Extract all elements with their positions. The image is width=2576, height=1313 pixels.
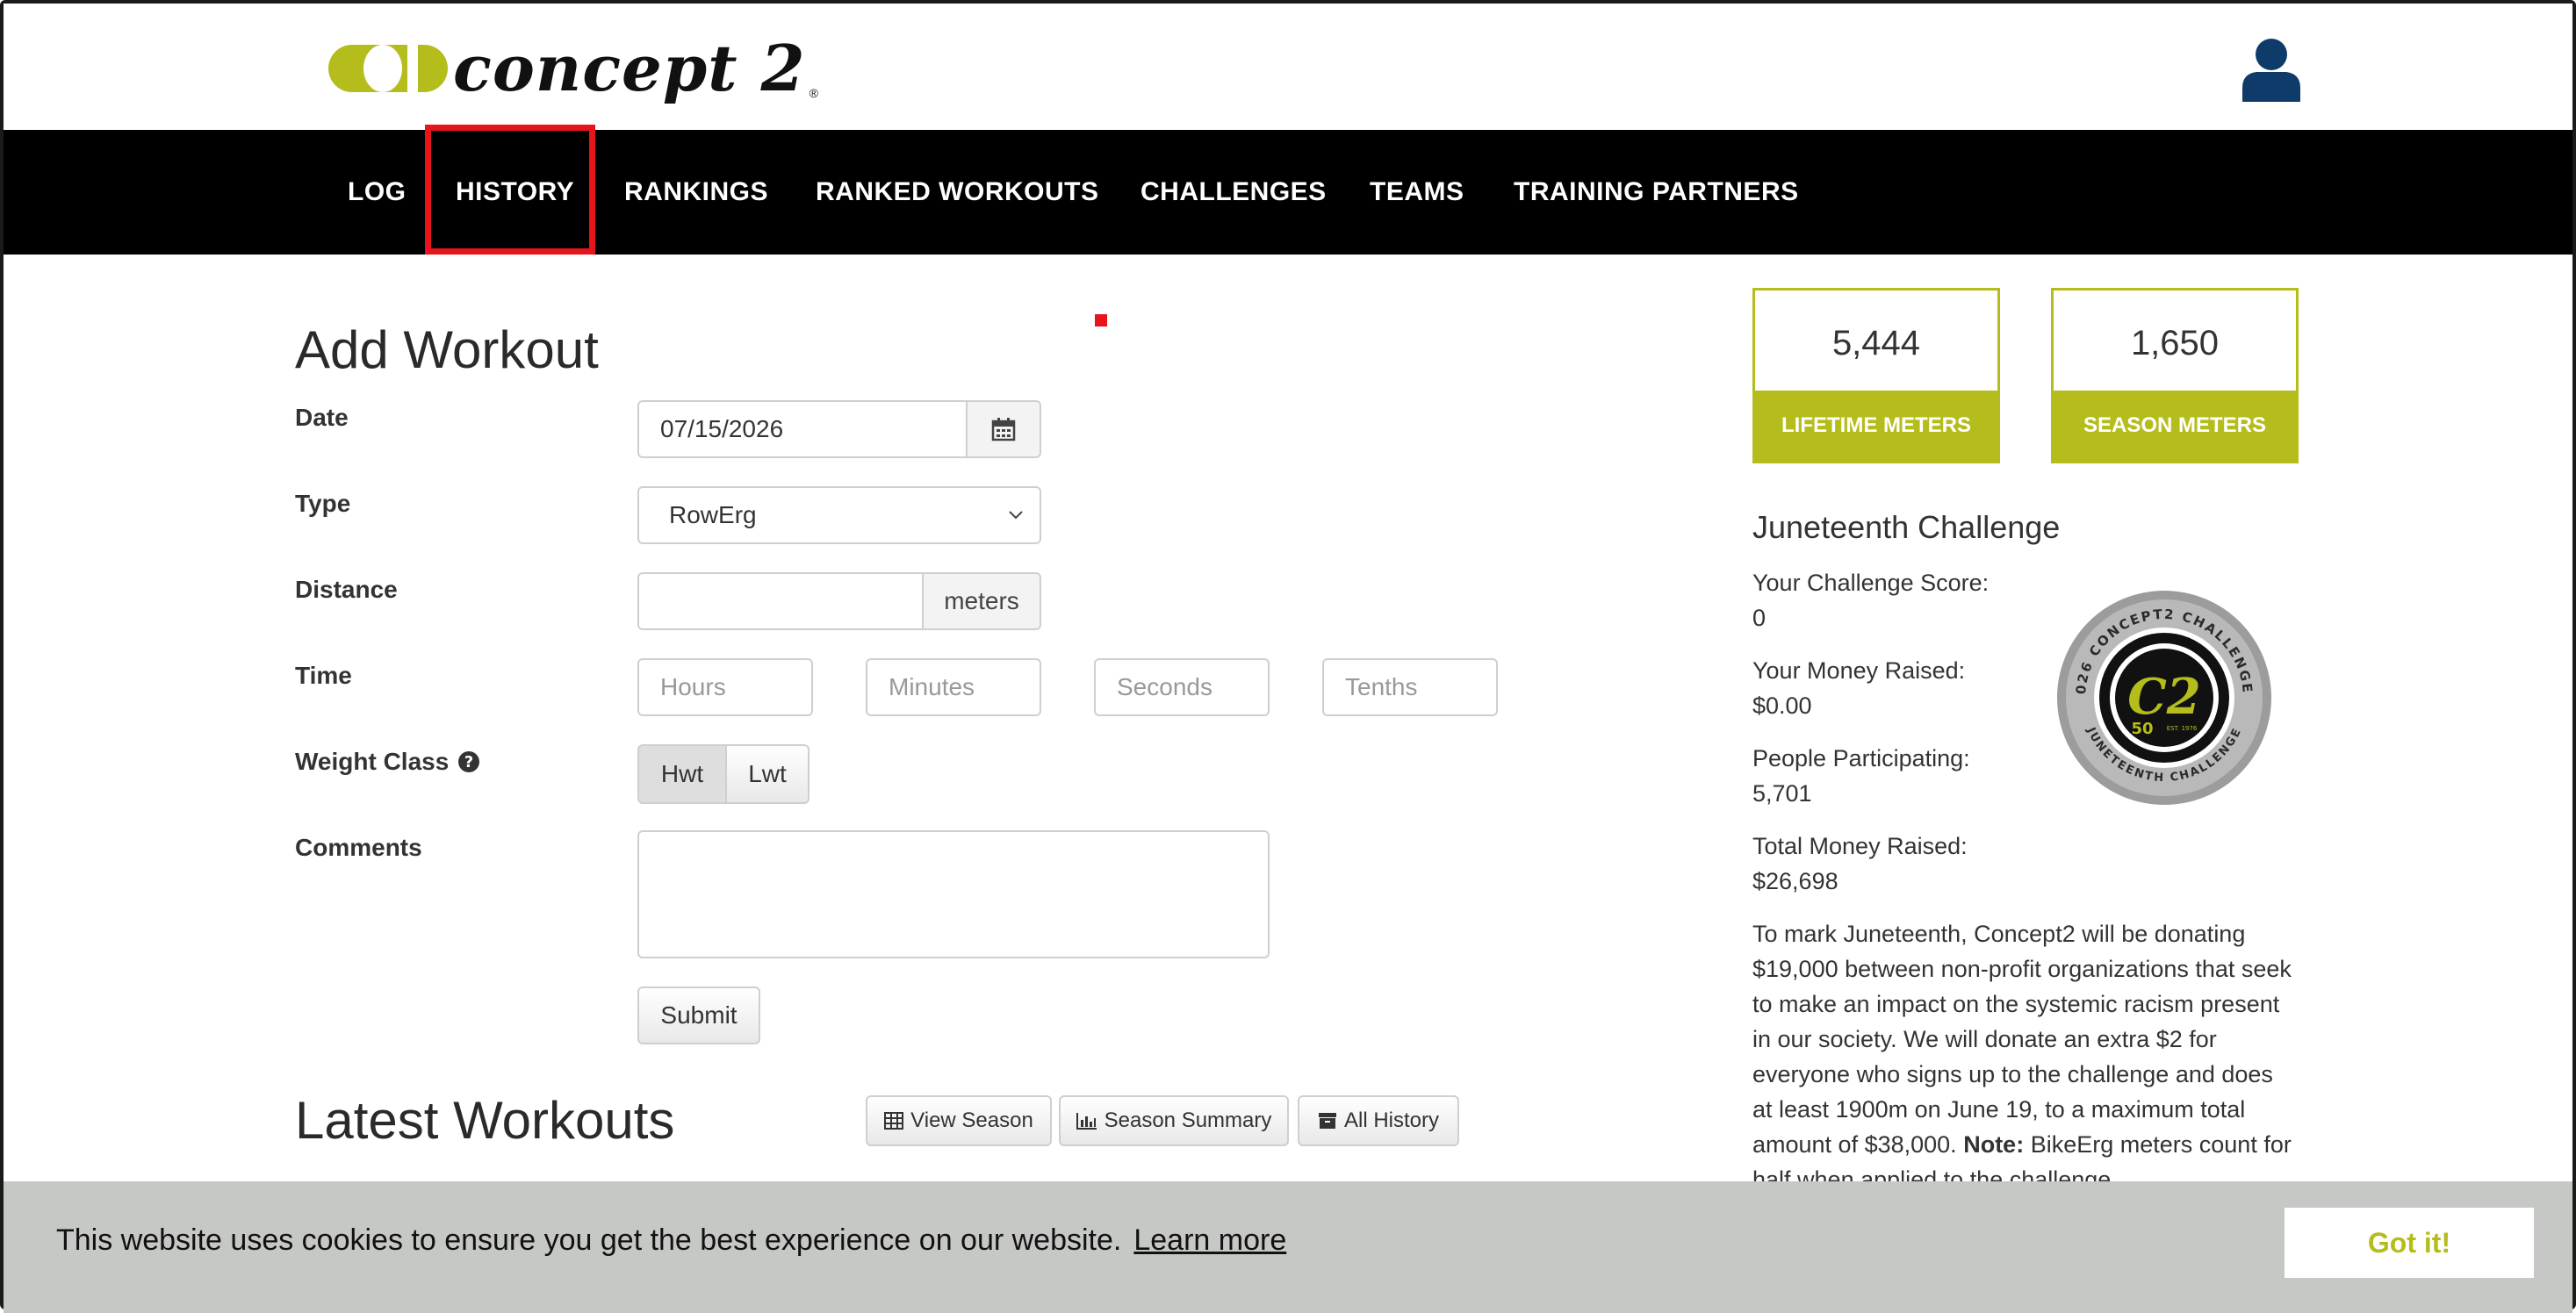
- minutes-placeholder: Minutes: [889, 673, 975, 700]
- cookie-message-text: This website uses cookies to ensure you …: [56, 1223, 1122, 1257]
- time-label: Time: [295, 662, 352, 689]
- total-money-label: Total Money Raised:: [1752, 833, 1968, 859]
- view-season-button[interactable]: View Season: [866, 1095, 1052, 1146]
- weight-class-label: Weight Class ?: [295, 748, 480, 776]
- season-summary-label: Season Summary: [1104, 1109, 1272, 1132]
- lifetime-meters-label: LIFETIME METERS: [1755, 391, 1997, 461]
- comments-label: Comments: [295, 834, 422, 861]
- weight-hwt-button[interactable]: Hwt: [637, 744, 727, 804]
- weight-lwt-button[interactable]: Lwt: [725, 744, 809, 804]
- chevron-down-icon: [1009, 511, 1023, 520]
- season-meters-label: SEASON METERS: [2054, 391, 2296, 461]
- nav-rankings[interactable]: RANKINGS: [624, 130, 768, 255]
- calendar-button[interactable]: [966, 400, 1041, 458]
- season-summary-button[interactable]: Season Summary: [1059, 1095, 1289, 1146]
- season-meters-value: 1,650: [2130, 324, 2220, 362]
- distance-unit: meters: [922, 572, 1041, 630]
- concept2-logo-mark-icon: [328, 45, 448, 92]
- calendar-icon: [991, 418, 1016, 441]
- challenge-note-label: Note:: [1963, 1131, 2025, 1158]
- juneteenth-challenge-badge-icon: 2026 CONCEPT2 CHALLENGES JUNETEENTH CHAL…: [2054, 588, 2271, 805]
- challenge-score-label: Your Challenge Score:: [1752, 570, 1990, 596]
- latest-workouts-title: Latest Workouts: [295, 1091, 675, 1150]
- tenths-placeholder: Tenths: [1345, 673, 1418, 700]
- nav-challenges[interactable]: CHALLENGES: [1140, 130, 1327, 255]
- total-money-value: $26,698: [1752, 868, 1838, 894]
- archive-icon: [1318, 1113, 1336, 1129]
- history-highlight-box: [425, 125, 595, 255]
- cookie-message: This website uses cookies to ensure you …: [56, 1223, 1286, 1258]
- distance-input[interactable]: [637, 572, 924, 630]
- weight-class-text: Weight Class: [295, 748, 450, 775]
- logo-registered: ®: [809, 86, 818, 100]
- badge-est-text: EST. 1976: [2167, 725, 2198, 732]
- people-participating-label: People Participating:: [1752, 745, 1970, 771]
- red-marker: [1095, 314, 1107, 326]
- all-history-label: All History: [1343, 1109, 1439, 1132]
- lifetime-meters-card: 5,444 LIFETIME METERS: [1752, 288, 2000, 463]
- challenge-title: Juneteenth Challenge: [1752, 509, 2061, 545]
- nav-teams[interactable]: TEAMS: [1370, 130, 1464, 255]
- help-icon[interactable]: ?: [457, 750, 480, 773]
- time-hours-input[interactable]: Hours: [637, 658, 813, 716]
- challenge-description: To mark Juneteenth, Concept2 will be don…: [1752, 916, 2297, 1197]
- all-history-button[interactable]: All History: [1298, 1095, 1459, 1146]
- nav-training-partners[interactable]: TRAINING PARTNERS: [1514, 130, 1799, 255]
- season-meters-card: 1,650 SEASON METERS: [2051, 288, 2299, 463]
- svg-text:?: ?: [464, 753, 473, 771]
- badge-c2-text: C2: [2127, 668, 2201, 726]
- distance-label: Distance: [295, 576, 398, 603]
- type-label: Type: [295, 490, 351, 517]
- time-seconds-input[interactable]: Seconds: [1094, 658, 1270, 716]
- learn-more-link[interactable]: Learn more: [1133, 1223, 1286, 1257]
- main-nav: LOG HISTORY RANKINGS RANKED WORKOUTS CHA…: [4, 130, 2572, 255]
- logo-wordmark: concept 2: [453, 31, 806, 105]
- hours-placeholder: Hours: [660, 673, 726, 700]
- type-value: RowErg: [669, 501, 757, 528]
- nav-ranked-workouts[interactable]: RANKED WORKOUTS: [816, 130, 1099, 255]
- cookie-banner: This website uses cookies to ensure you …: [4, 1181, 2572, 1313]
- people-participating-value: 5,701: [1752, 780, 1812, 807]
- comments-textarea[interactable]: [637, 830, 1270, 958]
- challenge-score-value: 0: [1752, 605, 1767, 631]
- date-label: Date: [295, 404, 349, 431]
- concept2-logo[interactable]: concept 2 ®: [328, 35, 818, 102]
- badge-50-text: 50: [2131, 720, 2153, 738]
- challenge-description-text: To mark Juneteenth, Concept2 will be don…: [1752, 921, 2292, 1158]
- money-raised-value: $0.00: [1752, 692, 1812, 719]
- type-select[interactable]: RowErg: [637, 486, 1041, 544]
- date-input[interactable]: 07/15/2026: [637, 400, 968, 458]
- money-raised-label: Your Money Raised:: [1752, 657, 1966, 684]
- nav-log[interactable]: LOG: [348, 130, 407, 255]
- time-tenths-input[interactable]: Tenths: [1322, 658, 1498, 716]
- time-minutes-input[interactable]: Minutes: [866, 658, 1041, 716]
- date-value: 07/15/2026: [660, 415, 784, 442]
- top-header: concept 2 ®: [4, 4, 2572, 130]
- view-season-label: View Season: [910, 1109, 1033, 1132]
- add-workout-title: Add Workout: [295, 320, 599, 379]
- got-it-button[interactable]: Got it!: [2285, 1208, 2534, 1278]
- submit-button[interactable]: Submit: [637, 987, 760, 1044]
- table-icon: [884, 1112, 904, 1130]
- seconds-placeholder: Seconds: [1117, 673, 1212, 700]
- bar-chart-icon: [1076, 1113, 1097, 1130]
- lifetime-meters-value: 5,444: [1831, 324, 1921, 362]
- user-account-icon[interactable]: [2241, 37, 2302, 102]
